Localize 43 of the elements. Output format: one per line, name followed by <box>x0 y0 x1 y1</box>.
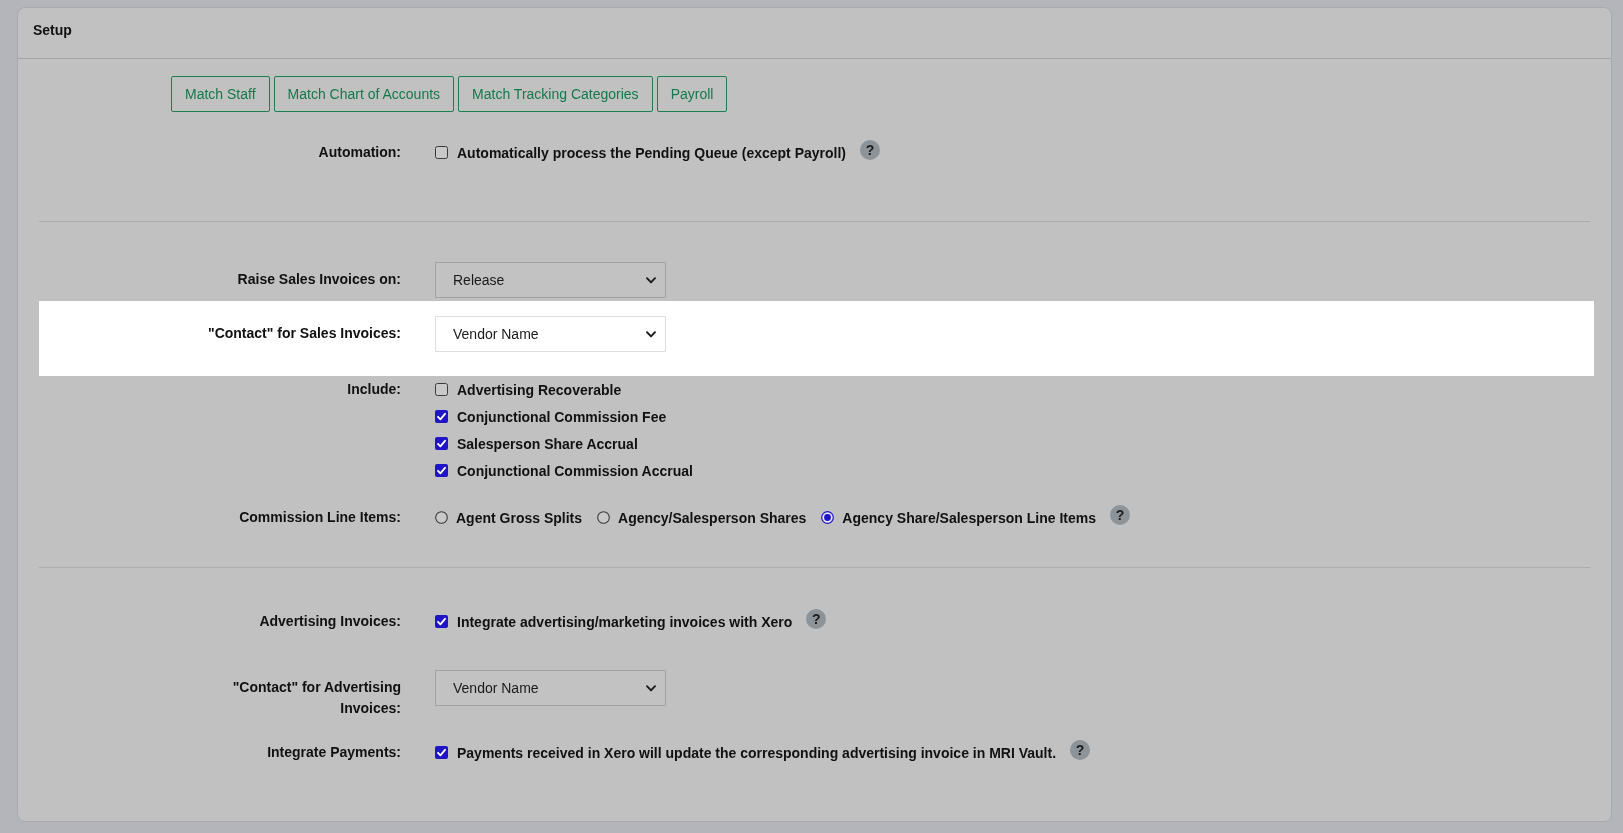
radio-button[interactable] <box>597 511 611 524</box>
field-label: "Contact" for Sales Invoices: <box>208 324 401 343</box>
field-label: "Contact" for Advertising Invoices: <box>231 678 401 718</box>
checkbox-label: Conjunctional Commission Fee <box>457 408 667 425</box>
checkbox[interactable] <box>435 437 448 450</box>
field-label: Commission Line Items: <box>239 508 401 527</box>
field-label: Automation: <box>318 143 401 162</box>
select-dropdown[interactable]: Release <box>435 262 666 298</box>
radio-button[interactable] <box>435 511 448 524</box>
help-icon[interactable]: ? <box>806 609 827 629</box>
field-label: Raise Sales Invoices on: <box>237 270 401 289</box>
checkbox[interactable] <box>435 746 448 759</box>
field-label: Integrate Payments: <box>267 743 401 762</box>
chevron-down-icon <box>646 276 656 284</box>
help-icon[interactable]: ? <box>1110 505 1130 525</box>
nav-button[interactable]: Match Tracking Categories <box>458 76 653 112</box>
select-dropdown[interactable]: Vendor Name <box>435 316 666 352</box>
nav-button[interactable]: Match Staff <box>171 76 270 112</box>
checkbox-label: Automatically process the Pending Queue (except Payroll) <box>457 144 846 161</box>
field-label: Advertising Invoices: <box>259 612 401 631</box>
chevron-down-icon <box>646 330 656 338</box>
radio-label: Agency/Salesperson Shares <box>618 509 807 526</box>
checkbox-label: Integrate advertising/marketing invoices with Xero <box>457 613 793 630</box>
checkbox-label: Advertising Recoverable <box>457 381 622 398</box>
checkbox-label: Payments received in Xero will update the corresponding advertising invoice in MRI Vault. <box>457 744 1057 761</box>
checkbox-label: Salesperson Share Accrual <box>457 435 638 452</box>
checkbox[interactable] <box>435 464 448 477</box>
checkbox[interactable] <box>435 146 448 159</box>
help-icon[interactable]: ? <box>860 140 880 160</box>
checkbox-label: Conjunctional Commission Accrual <box>457 462 693 479</box>
field-label: Include: <box>347 380 401 399</box>
nav-button[interactable]: Payroll <box>656 76 728 112</box>
radio-label: Agent Gross Splits <box>456 509 583 526</box>
select-dropdown[interactable]: Vendor Name <box>435 670 666 706</box>
checkbox[interactable] <box>435 615 448 628</box>
radio-label: Agency Share/Salesperson Line Items <box>842 509 1096 526</box>
radio-button[interactable] <box>821 511 835 524</box>
checkbox[interactable] <box>435 410 448 423</box>
checkbox[interactable] <box>435 383 448 396</box>
chevron-down-icon <box>646 684 656 692</box>
help-icon[interactable]: ? <box>1070 740 1091 760</box>
panel-title: Setup <box>33 22 72 38</box>
nav-button[interactable]: Match Chart of Accounts <box>273 76 455 112</box>
